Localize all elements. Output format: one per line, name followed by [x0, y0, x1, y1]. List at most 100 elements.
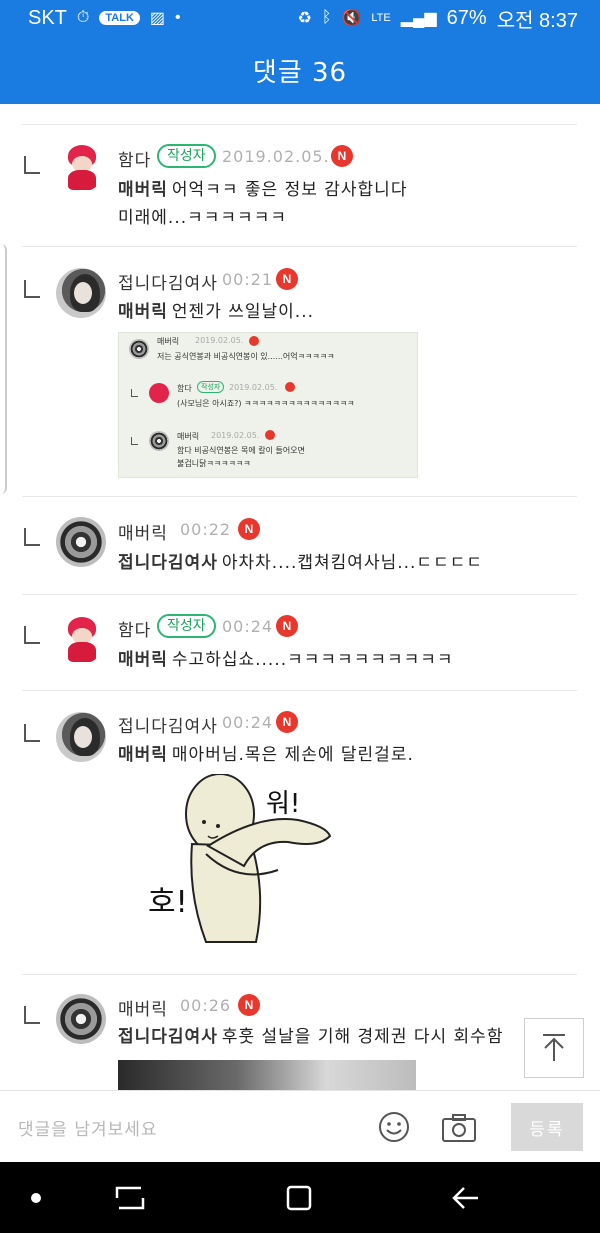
- avatar[interactable]: [56, 268, 106, 318]
- page-header: 댓글 36: [0, 36, 600, 104]
- comment-text-line2: 미래에...ㅋㅋㅋㅋㅋㅋ: [118, 208, 287, 228]
- reply-arrow-icon: [24, 528, 40, 546]
- reply-arrow-icon: [24, 1006, 40, 1024]
- avatar[interactable]: [56, 517, 106, 567]
- embed-time: 2019.02.05.: [211, 431, 260, 440]
- embed-avatar: [129, 339, 149, 359]
- activity-icon: ▨: [149, 10, 166, 27]
- comment-time: 00:24: [222, 713, 274, 732]
- new-badge: N: [276, 711, 298, 733]
- embed-time: 2019.02.05.: [195, 336, 244, 345]
- kakaotalk-icon: TALK: [99, 11, 140, 25]
- comment-list[interactable]: 함다 작성자 2019.02.05. N 매버릭 어억ㅋㅋ 좋은 정보 감사합니다…: [0, 104, 600, 1090]
- alarm-icon: ⏱: [76, 9, 90, 26]
- embed-author: 매버릭: [177, 432, 200, 441]
- writer-badge: 작성자: [157, 144, 216, 168]
- smiley-icon[interactable]: [378, 1111, 410, 1143]
- embed-author: 함다: [177, 384, 192, 393]
- carrier-label: SKT: [28, 6, 67, 29]
- dot-icon: •: [175, 9, 181, 26]
- comment-time: 00:24: [222, 617, 274, 636]
- mention[interactable]: 매버릭: [118, 302, 168, 322]
- page-title: 댓글 36: [252, 57, 348, 88]
- camera-icon[interactable]: [441, 1113, 477, 1143]
- sticker-text-top: 워!: [266, 789, 300, 819]
- submit-button[interactable]: 등록: [511, 1103, 583, 1151]
- divider: [22, 974, 577, 975]
- comment-time: 2019.02.05.: [222, 147, 330, 166]
- comment-text: 접니다김여사 아차차....캡쳐킴여사님...ㄷㄷㄷㄷ: [118, 553, 483, 573]
- mute-icon: 🔇: [341, 10, 362, 27]
- new-badge: N: [276, 615, 298, 637]
- reply-arrow-icon: [24, 626, 40, 644]
- signal-icon: ▂▄▆: [400, 10, 437, 27]
- embed-text: 함다 비공식연봉은 목에 칼이 들어오면: [177, 446, 305, 455]
- home-icon[interactable]: [285, 1184, 313, 1212]
- comment-time: 00:21: [222, 270, 274, 289]
- comment-time: 00:22: [180, 520, 232, 539]
- network-label: LTE: [371, 12, 391, 24]
- embed-reply-icon: [131, 437, 138, 445]
- mention[interactable]: 매버릭: [118, 650, 168, 670]
- bluetooth-icon: ᛒ: [321, 9, 332, 26]
- comment-input[interactable]: 댓글을 남겨보세요: [18, 1115, 158, 1140]
- embed-author: 매버릭: [157, 337, 180, 346]
- mention[interactable]: 매버릭: [118, 180, 168, 200]
- comment-time: 00:26: [180, 996, 232, 1015]
- embed-new-badge: [265, 430, 275, 440]
- comment-author[interactable]: 접니다김여사: [118, 712, 218, 737]
- embed-reply-icon: [131, 389, 138, 397]
- recycle-icon: ♻: [297, 10, 312, 27]
- avatar[interactable]: [56, 614, 106, 664]
- comment-author[interactable]: 함다: [118, 616, 151, 641]
- scroll-top-button[interactable]: [524, 1018, 584, 1078]
- status-bar: SKT ⏱ TALK ▨ • ♻ ᛒ 🔇 LTE ▂▄▆ 67% 오전 8:37: [0, 0, 600, 36]
- comment-author[interactable]: 함다: [118, 146, 151, 171]
- divider: [22, 690, 577, 691]
- comment-author[interactable]: 매버릭: [118, 519, 168, 544]
- mention[interactable]: 매버릭: [118, 745, 168, 765]
- reply-arrow-icon: [24, 280, 40, 298]
- attached-image[interactable]: 매버릭 2019.02.05. 저는 공식연봉과 비공식연봉이 있......어…: [118, 332, 418, 478]
- embed-text: (사모님은 아시죠?) ㅋㅋㅋㅋㅋㅋㅋㅋㅋㅋㅋㅋㅋㅋㅋ: [177, 399, 355, 408]
- avatar[interactable]: [56, 142, 106, 192]
- embed-new-badge: [249, 336, 259, 346]
- scroll-indicator: [0, 244, 7, 494]
- recent-apps-icon[interactable]: [115, 1184, 145, 1212]
- new-badge: N: [276, 268, 298, 290]
- embed-avatar: [149, 431, 169, 451]
- sticker-image[interactable]: 워! 호!: [148, 774, 348, 946]
- nav-dot-icon[interactable]: [31, 1193, 41, 1203]
- system-nav-bar: [0, 1162, 600, 1233]
- comment-text: 매버릭 매아버님.목은 제손에 달린걸로.: [118, 745, 414, 765]
- embed-writer-badge: 작성자: [197, 381, 225, 393]
- divider: [22, 124, 577, 125]
- divider: [22, 246, 577, 247]
- mention[interactable]: 접니다김여사: [118, 553, 218, 573]
- divider: [22, 496, 577, 497]
- embed-new-badge: [285, 382, 295, 392]
- new-badge: N: [238, 518, 260, 540]
- embed-text: 저는 공식연봉과 비공식연봉이 있......어억ㅋㅋㅋㅋㅋ: [157, 352, 335, 361]
- embed-time: 2019.02.05.: [229, 383, 278, 392]
- comment-text: 매버릭 언젠가 쓰일날이...: [118, 302, 315, 322]
- comment-text: 매버릭 어억ㅋㅋ 좋은 정보 감사합니다: [118, 180, 408, 200]
- attached-photo[interactable]: [118, 1060, 416, 1090]
- reply-arrow-icon: [24, 724, 40, 742]
- avatar[interactable]: [56, 712, 106, 762]
- new-badge: N: [238, 994, 260, 1016]
- comment-author[interactable]: 접니다김여사: [118, 269, 218, 294]
- clock-label: 오전 8:37: [496, 9, 578, 32]
- back-icon[interactable]: [450, 1184, 480, 1212]
- avatar[interactable]: [56, 994, 106, 1044]
- comment-text: 매버릭 수고하십쇼.....ㅋㅋㅋㅋㅋㅋㅋㅋㅋㅋ: [118, 650, 454, 670]
- comment-text: 접니다김여사 후훗 설날을 기해 경제권 다시 회수함: [118, 1027, 504, 1047]
- comment-input-bar: 댓글을 남겨보세요 등록: [0, 1090, 600, 1163]
- embed-text-line2: 불겁니닭ㅋㅋㅋㅋㅋㅋ: [177, 459, 251, 468]
- reply-arrow-icon: [24, 156, 40, 174]
- embed-avatar: [149, 383, 169, 403]
- mention[interactable]: 접니다김여사: [118, 1027, 218, 1047]
- new-badge: N: [331, 145, 353, 167]
- comment-author[interactable]: 매버릭: [118, 995, 168, 1020]
- arrow-up-to-top-icon: [543, 1034, 565, 1061]
